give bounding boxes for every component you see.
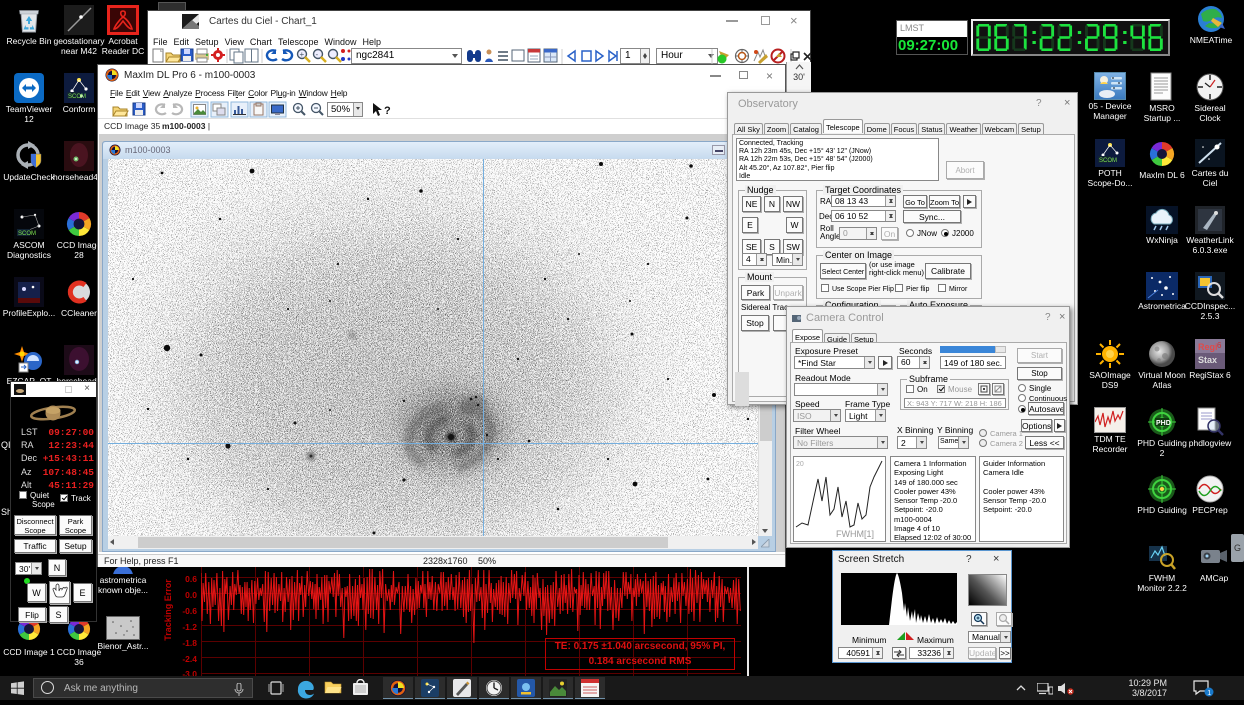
svg-text:FWHM[1]: FWHM[1] bbox=[836, 529, 874, 539]
svg-text:SCOM: SCOM bbox=[1099, 158, 1117, 164]
svg-text:20: 20 bbox=[796, 461, 804, 468]
svg-text:6: 6 bbox=[1217, 341, 1222, 350]
svg-text:SCOM: SCOM bbox=[68, 94, 86, 100]
svg-text:+: + bbox=[300, 50, 305, 59]
svg-text:PHD: PHD bbox=[1156, 420, 1171, 427]
svg-text:SCOM: SCOM bbox=[18, 231, 36, 237]
svg-text:?: ? bbox=[384, 105, 391, 117]
svg-text:1: 1 bbox=[1207, 690, 1211, 697]
svg-text:Stax: Stax bbox=[1198, 355, 1217, 365]
svg-text:-: - bbox=[316, 50, 319, 59]
svg-text:Regi: Regi bbox=[1198, 342, 1218, 352]
